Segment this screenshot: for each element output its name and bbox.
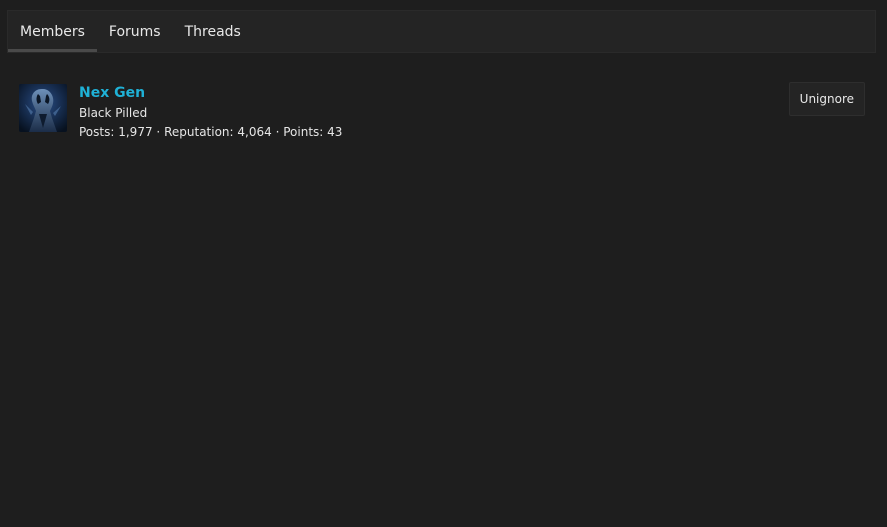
member-user-title: Black Pilled [79,106,148,120]
member-username-link[interactable]: Nex Gen [79,84,342,102]
posts-label: Posts: [79,125,115,139]
tab-threads[interactable]: Threads [173,11,253,52]
reputation-label: Reputation: [164,125,234,139]
alien-avatar-icon[interactable] [19,84,67,132]
reputation-count: 4,064 [237,125,272,139]
points-count: 43 [327,125,343,139]
tab-forums[interactable]: Forums [97,11,173,52]
points-label: Points: [283,125,324,139]
stats-separator: · [156,125,161,139]
unignore-button[interactable]: Unignore [788,82,865,116]
posts-count: 1,977 [118,125,153,139]
stats-separator: · [275,125,280,139]
tab-threads-label: Threads [184,23,241,40]
tab-members-label: Members [20,23,85,40]
tab-bar: Members Forums Threads [7,10,876,53]
tab-members[interactable]: Members [8,11,97,52]
ignored-member-row: Nex Gen Black Pilled Posts: 1,977 · Repu… [19,82,865,144]
member-stats: Posts: 1,977 · Reputation: 4,064 · Point… [79,123,342,141]
unignore-button-label: Unignore [799,92,854,106]
member-info: Nex Gen Black Pilled Posts: 1,977 · Repu… [79,84,342,141]
tab-forums-label: Forums [108,23,161,40]
